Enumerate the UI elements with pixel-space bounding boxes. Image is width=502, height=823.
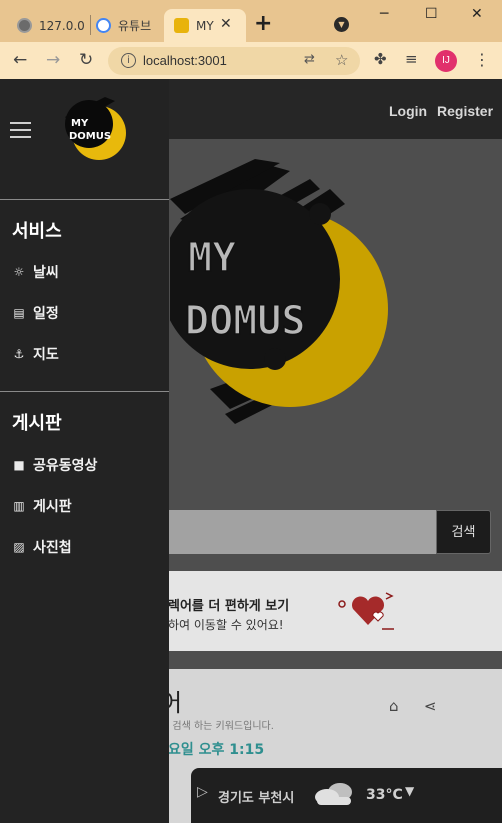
sun-icon: ☼ xyxy=(13,265,25,279)
sidebar: MY DOMUS 서비스 ☼ 날씨 ▤ 일정 ⚓ 지도 게시판 ■ 공유동영상 … xyxy=(0,79,169,823)
profile-avatar[interactable]: IJ xyxy=(435,50,457,72)
anchor-icon: ⚓ xyxy=(13,347,25,361)
tab-search-icon[interactable]: ▼ xyxy=(334,17,349,32)
sidebar-item-weather[interactable]: ☼ 날씨 xyxy=(11,261,59,283)
sidebar-item-label: 날씨 xyxy=(33,265,59,281)
globe-icon xyxy=(17,18,32,33)
play-icon[interactable]: ▷ xyxy=(197,784,208,800)
weather-widget[interactable]: ▷ 경기도 부천시 33°C ▼ xyxy=(191,768,502,823)
search-input[interactable] xyxy=(160,510,438,554)
sidebar-section-services: 서비스 xyxy=(12,221,62,242)
bookmark-star-icon[interactable]: ☆ xyxy=(335,51,348,69)
window-close-icon[interactable]: ✕ xyxy=(471,6,483,22)
close-tab-icon[interactable]: ✕ xyxy=(220,16,232,32)
weather-location: 경기도 부천시 xyxy=(218,791,295,806)
calendar-icon: ▤ xyxy=(13,306,25,320)
sidebar-item-label: 게시판 xyxy=(33,499,72,515)
sidebar-logo[interactable]: MY DOMUS xyxy=(65,97,129,163)
sidebar-item-label: 지도 xyxy=(33,347,59,363)
tab-label: MY xyxy=(196,18,214,33)
browser-menu-icon[interactable]: ⋮ xyxy=(474,50,490,69)
site-info-icon[interactable]: i xyxy=(121,53,136,68)
sidebar-item-map[interactable]: ⚓ 지도 xyxy=(11,343,59,365)
cloud-icon xyxy=(315,783,352,805)
promo-banner[interactable]: 렉어를 더 편하게 보기 하여 이동할 수 있어요! xyxy=(160,571,502,651)
register-link[interactable]: Register xyxy=(437,103,493,119)
promo-headline: 렉어를 더 편하게 보기 xyxy=(168,599,290,614)
translate-icon[interactable]: ⇄ xyxy=(304,52,315,67)
sidebar-logo-line1: MY xyxy=(71,118,89,129)
browser-toolbar: ← → ↻ i localhost:3001 ⇄ ☆ ✤ ≡ IJ ⋮ xyxy=(0,42,502,79)
mydomus-favicon xyxy=(174,18,189,33)
sidebar-item-board[interactable]: ▥ 게시판 xyxy=(11,495,72,517)
back-icon[interactable]: ← xyxy=(13,50,27,70)
maximize-icon[interactable]: ☐ xyxy=(425,6,438,22)
reload-icon[interactable]: ↻ xyxy=(79,50,93,70)
sidebar-item-label: 사진첩 xyxy=(33,540,72,556)
hamburger-menu-icon[interactable] xyxy=(10,122,31,138)
sidebar-item-label: 공유동영상 xyxy=(33,458,98,474)
forward-icon[interactable]: → xyxy=(46,50,60,70)
weather-temperature: 33°C xyxy=(366,787,403,803)
google-icon xyxy=(96,18,111,33)
address-bar[interactable]: i localhost:3001 ⇄ ☆ xyxy=(108,47,360,75)
sidebar-item-label: 일정 xyxy=(33,306,59,322)
promo-subtext: 하여 이동할 수 있어요! xyxy=(168,618,284,632)
tab-label: 127.0.0 xyxy=(39,18,85,33)
media-queue-icon[interactable]: ≡ xyxy=(405,50,418,68)
sidebar-divider xyxy=(0,391,169,392)
sidebar-item-photo-album[interactable]: ▨ 사진첩 xyxy=(11,536,72,558)
search-button[interactable]: 검색 xyxy=(436,510,491,554)
browser-tab-2[interactable]: 유튜브 xyxy=(96,9,160,42)
sidebar-logo-line2: DOMUS xyxy=(69,131,111,142)
home-icon[interactable]: ⌂ xyxy=(389,697,399,715)
sidebar-item-schedule[interactable]: ▤ 일정 xyxy=(11,302,59,324)
sidebar-section-board: 게시판 xyxy=(12,413,62,434)
hero-logo: MY DOMUS xyxy=(170,159,388,424)
share-icon[interactable]: ⋖ xyxy=(424,697,437,715)
tab-separator xyxy=(90,15,91,35)
heart-illustration-icon xyxy=(338,592,394,630)
minimize-icon[interactable]: ─ xyxy=(380,6,388,22)
card-subtitle: 세 검색 하는 키워드입니다. xyxy=(160,721,274,732)
login-link[interactable]: Login xyxy=(389,103,427,119)
browser-tab-strip: 127.0.0 유튜브 MY ✕ + ▼ ─ ☐ ✕ xyxy=(0,0,502,42)
sidebar-divider xyxy=(0,199,169,200)
tab-label: 유튜브 xyxy=(118,19,152,33)
chevron-down-icon[interactable]: ▼ xyxy=(405,784,414,798)
sidebar-item-shared-videos[interactable]: ■ 공유동영상 xyxy=(11,454,97,476)
image-icon: ▨ xyxy=(13,540,25,554)
browser-tab-1[interactable]: 127.0.0 xyxy=(17,9,87,42)
new-tab-button[interactable]: + xyxy=(254,11,272,36)
video-icon: ■ xyxy=(13,458,25,472)
browser-tab-active[interactable]: MY xyxy=(164,9,246,42)
hero-logo-line1: MY xyxy=(188,235,236,281)
extensions-icon[interactable]: ✤ xyxy=(374,50,387,68)
columns-icon: ▥ xyxy=(13,499,25,513)
card-time: 요일 오후 1:15 xyxy=(168,742,265,758)
hero-logo-line2: DOMUS xyxy=(185,298,305,344)
address-text[interactable]: localhost:3001 xyxy=(143,53,227,68)
